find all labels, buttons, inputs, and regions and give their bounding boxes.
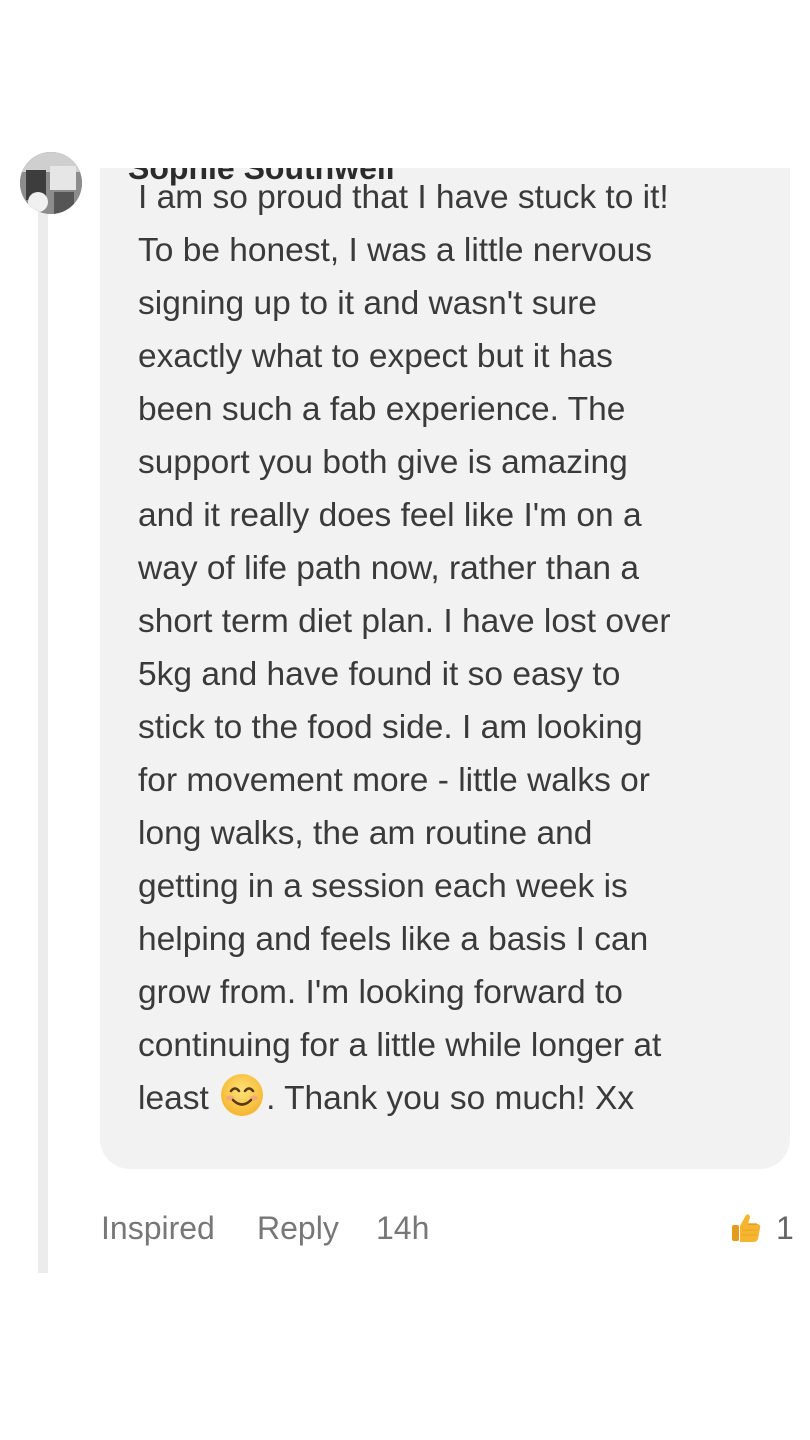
like-count: 1: [776, 1210, 794, 1246]
reply-button[interactable]: Reply: [257, 1208, 339, 1248]
thumbs-up-icon: [732, 1214, 761, 1242]
comment-line: support you both give is amazing: [138, 444, 628, 481]
comment-line: short term diet plan. I have lost over: [138, 603, 671, 640]
comment-line: exactly what to expect but it has: [138, 338, 613, 375]
comment-clip: Sophie Southwell ••• I am so proud that …: [0, 168, 810, 1198]
comment-line: for movement more - little walks or: [138, 762, 650, 799]
inspired-button[interactable]: Inspired: [101, 1208, 215, 1248]
comment-line: I am so proud that I have stuck to it!: [138, 179, 669, 216]
comment-line: and it really does feel like I'm on a: [138, 497, 642, 534]
comment-line: continuing for a little while longer at: [138, 1027, 662, 1064]
smiling-face-emoji-icon: [220, 1073, 264, 1117]
comment-line: 5kg and have found it so easy to: [138, 656, 621, 693]
comment-line: been such a fab experience. The: [138, 391, 626, 428]
comment-line: getting in a session each week is: [138, 868, 628, 905]
comment-line-start: least: [138, 1080, 209, 1117]
comment-line: signing up to it and wasn't sure: [138, 285, 597, 322]
comment-body: I am so proud that I have stuck to it! T…: [138, 171, 778, 1125]
comment-line-end: . Thank you so much! Xx: [266, 1080, 635, 1117]
comment-line: way of life path now, rather than a: [138, 550, 639, 587]
comment-line: helping and feels like a basis I can: [138, 921, 649, 958]
comment-line: To be honest, I was a little nervous: [138, 232, 652, 269]
timestamp: 14h: [376, 1210, 430, 1246]
comment-line: long walks, the am routine and: [138, 815, 593, 852]
reaction-summary[interactable]: 1: [728, 1208, 810, 1248]
comment-line: grow from. I'm looking forward to: [138, 974, 623, 1011]
comment-last-line: least . Thank you so much! Xx: [138, 1072, 778, 1125]
comment-line: stick to the food side. I am looking: [138, 709, 643, 746]
comment-bubble: Sophie Southwell ••• I am so proud that …: [100, 168, 790, 1169]
